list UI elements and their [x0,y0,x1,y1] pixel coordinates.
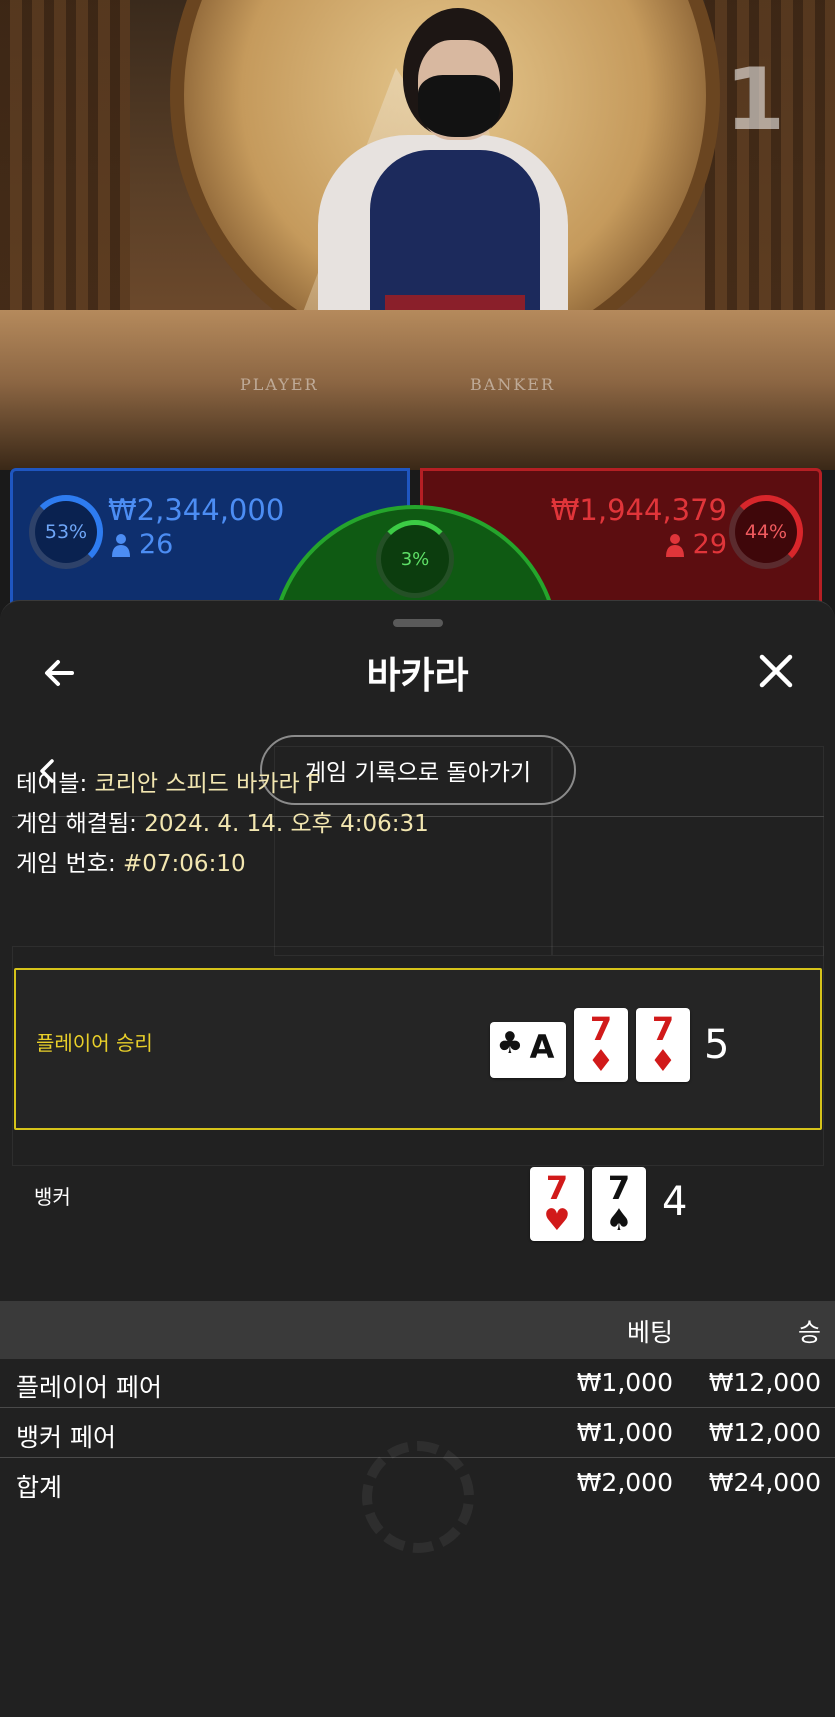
bets-table-header: 베팅 승 [0,1301,835,1359]
table-info-value: 코리안 스피드 바카라 F [94,771,321,797]
total-win-amount: ₩24,000 [708,1468,821,1497]
bet-amount: ₩1,000 [576,1418,673,1447]
bet-name: 뱅커 페어 [16,1423,116,1452]
live-video: PLAYER BANKER 1 [0,0,835,470]
playing-card: 7 ♦ [574,1008,628,1082]
table-row: 플레이어 페어 ₩1,000 ₩12,000 [0,1359,835,1408]
baccarat-table [0,310,835,470]
player-bettor-count: 26 [111,529,173,560]
banker-label: 뱅커 [34,1185,71,1209]
banker-total-amount: ₩1,944,379 [550,493,727,527]
card-suit: ♥ [543,1203,571,1238]
table-info-label: 테이블: [16,771,88,797]
sheet-drag-handle[interactable] [393,619,443,627]
table-label-player: PLAYER [240,375,319,394]
card-rank: 7 [607,1169,631,1207]
round-counter: 1 [725,50,785,150]
card-rank: A [529,1028,555,1066]
game-number-info: 게임 번호: #07:06:10 [16,844,246,878]
sheet-title: 바카라 [366,654,469,697]
win-amount: ₩12,000 [708,1368,821,1397]
dealer-mask [418,75,500,137]
win-column-header: 승 [797,1318,821,1347]
player-percent-ring: 53% [29,495,103,569]
table-label-banker: BANKER [470,375,555,394]
ghost-chip [362,1441,474,1553]
close-icon[interactable] [754,649,798,693]
decor-panel-left [0,0,130,330]
player-win-label: 플레이어 승리 [36,1031,153,1055]
player-score: 5 [704,1022,730,1068]
banker-score: 4 [662,1179,688,1225]
player-hand-row: 플레이어 승리 ♣ A 7 ♦ 7 ♦ 5 [14,968,822,1130]
card-rank: 7 [651,1010,675,1048]
card-rank: 7 [589,1010,613,1048]
card-suit: ♠ [605,1203,633,1238]
bet-amount: ₩1,000 [576,1368,673,1397]
win-amount: ₩12,000 [708,1418,821,1447]
bet-column-header: 베팅 [626,1318,673,1347]
banker-bettor-count: 29 [665,529,727,560]
card-suit: ♦ [587,1044,615,1079]
resolved-info-value: 2024. 4. 14. 오후 4:06:31 [144,811,429,837]
player-total-amount: ₩2,344,000 [108,493,285,527]
banker-percent-ring: 44% [729,495,803,569]
bet-name: 플레이어 페어 [16,1373,162,1402]
banker-count-value: 29 [692,529,727,560]
game-history-sheet: 바카라 게임 기록으로 돌아가기 테이블: 코리안 스피드 바카라 F 게임 해… [0,600,835,1717]
game-number-value: #07:06:10 [123,851,246,877]
card-suit: ♦ [649,1044,677,1079]
resolved-info-label: 게임 해결됨: [16,811,137,837]
user-icon [665,533,684,557]
game-number-label: 게임 번호: [16,851,116,877]
ghost-bet-area [552,746,824,956]
playing-card: 7 ♠ [592,1167,646,1241]
total-bet-amount: ₩2,000 [576,1468,673,1497]
card-rank: 7 [545,1169,569,1207]
playing-card: 7 ♦ [636,1008,690,1082]
user-icon [112,533,130,557]
total-label: 합계 [16,1473,63,1502]
playing-card: ♣ A [490,1022,566,1078]
table-info: 테이블: 코리안 스피드 바카라 F [16,764,320,798]
resolved-info: 게임 해결됨: 2024. 4. 14. 오후 4:06:31 [16,804,429,838]
tie-percent-ring: 3% [376,520,454,598]
player-count-value: 26 [139,529,174,560]
playing-card: 7 ♥ [530,1167,584,1241]
